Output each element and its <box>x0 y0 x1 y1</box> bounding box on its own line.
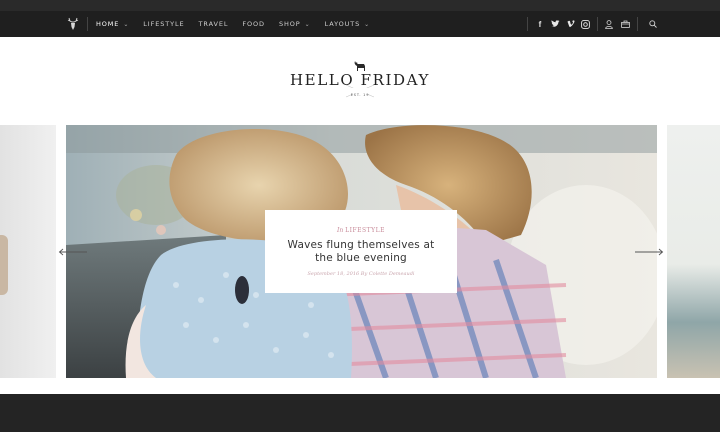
nav-item-food[interactable]: Food <box>242 20 265 28</box>
site-header: HELLO FRIDAY EST. 19 <box>0 37 720 125</box>
nav-menu: Home ⌄ Lifestyle Travel Food Shop ⌄ Layouts ⌄ <box>96 11 384 37</box>
user-icon[interactable] <box>604 19 614 29</box>
nav-divider <box>597 17 598 31</box>
prev-arrow-icon[interactable] <box>58 248 88 256</box>
facebook-icon[interactable]: f <box>535 19 545 29</box>
top-strip <box>0 0 720 11</box>
chevron-down-icon: ⌄ <box>364 20 371 28</box>
nav-item-travel[interactable]: Travel <box>199 20 229 28</box>
category-link[interactable]: LIFESTYLE <box>345 227 385 234</box>
next-arrow-icon[interactable] <box>634 248 664 256</box>
twitter-icon[interactable] <box>550 19 560 29</box>
cart-icon[interactable] <box>620 19 630 29</box>
nav-divider <box>527 17 528 31</box>
category-prefix: In <box>337 227 344 234</box>
post-title[interactable]: Waves flung themselves at the blue eveni… <box>265 239 457 265</box>
header-tools <box>604 11 664 37</box>
search-icon[interactable] <box>648 19 658 29</box>
nav-divider <box>87 17 88 31</box>
nav-item-label: Home <box>96 20 120 28</box>
deer-logo-icon[interactable] <box>66 16 80 30</box>
vimeo-icon[interactable] <box>565 19 575 29</box>
next-slide-preview[interactable] <box>667 125 720 378</box>
nav-item-label: Lifestyle <box>143 20 185 28</box>
instagram-icon[interactable] <box>580 19 590 29</box>
post-category: In LIFESTYLE <box>265 227 457 234</box>
chevron-down-icon: ⌄ <box>123 20 130 28</box>
nav-item-label: Food <box>242 20 265 28</box>
previous-slide-preview[interactable] <box>0 125 56 378</box>
social-links: f <box>535 11 595 37</box>
nav-item-label: Layouts <box>324 20 361 28</box>
nav-item-lifestyle[interactable]: Lifestyle <box>143 20 184 28</box>
post-meta: September 18, 2016 By Colette Demeaudi <box>307 271 415 277</box>
footer-band <box>0 394 720 432</box>
nav-item-home[interactable]: Home ⌄ <box>96 20 129 28</box>
chevron-down-icon: ⌄ <box>304 20 311 28</box>
goat-logo-icon[interactable] <box>353 57 367 71</box>
slide-caption-card[interactable]: In LIFESTYLE Waves flung themselves at t… <box>265 210 457 293</box>
site-tagline: EST. 19 <box>350 93 370 97</box>
nav-divider <box>637 17 638 31</box>
nav-item-label: Travel <box>198 20 229 28</box>
main-navbar: Home ⌄ Lifestyle Travel Food Shop ⌄ Layouts ⌄ f <box>0 11 720 37</box>
nav-item-layouts[interactable]: Layouts ⌄ <box>325 20 371 28</box>
nav-item-label: Shop <box>278 20 301 28</box>
nav-item-shop[interactable]: Shop ⌄ <box>279 20 311 28</box>
